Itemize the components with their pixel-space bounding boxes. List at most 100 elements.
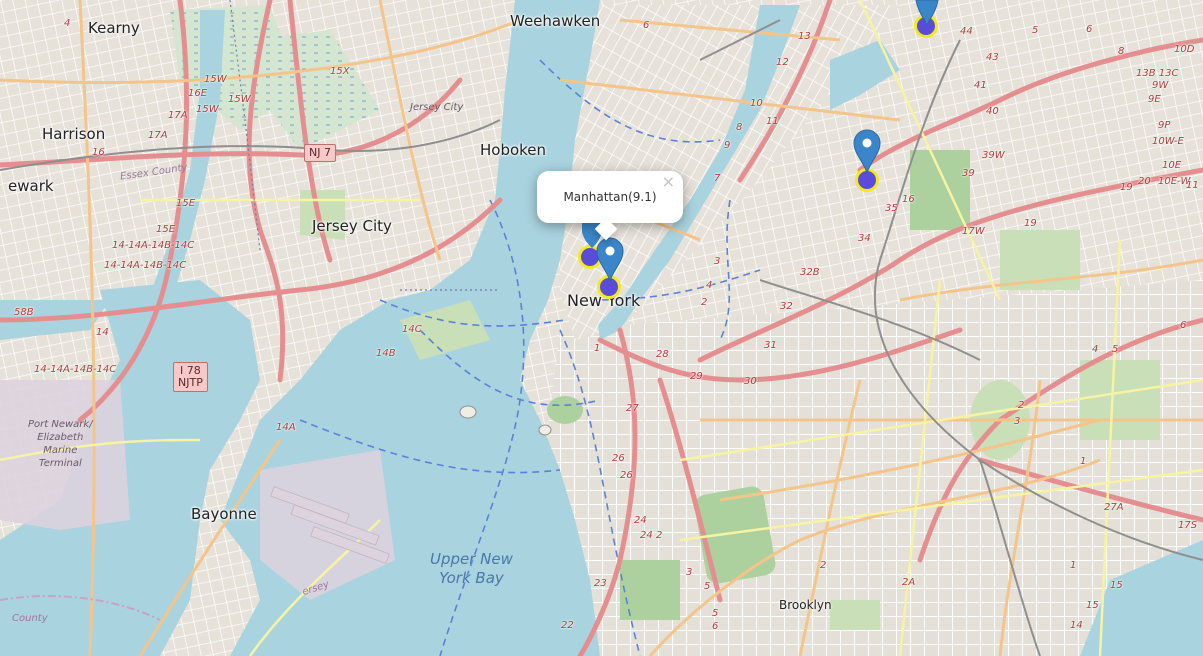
- exit-label: 6: [712, 621, 719, 632]
- exit-label: 39W: [982, 150, 1005, 161]
- place-county-fragment: County: [12, 613, 48, 624]
- exit-label: 6: [643, 20, 650, 31]
- exit-label: 2: [820, 560, 827, 571]
- exit-label: 43: [986, 52, 999, 63]
- exit-label: 28: [656, 349, 669, 360]
- exit-label: 14-14A-14B-14C: [112, 240, 195, 251]
- exit-label: 16: [902, 194, 915, 205]
- exit-label: 7: [714, 173, 721, 184]
- exit-label: 15W: [204, 74, 227, 85]
- exit-label: 58B: [14, 307, 34, 318]
- exit-label: 5: [704, 581, 711, 592]
- exit-label: 17W: [962, 226, 985, 237]
- exit-label: 24: [634, 515, 647, 526]
- popup-text: Manhattan(9.1): [563, 190, 657, 204]
- exit-label: 2: [656, 530, 663, 541]
- exit-label: 20: [1138, 176, 1151, 187]
- exit-label: 4: [64, 18, 71, 29]
- exit-label: 29: [690, 371, 703, 382]
- exit-label: 1: [594, 343, 601, 354]
- exit-label: 17A: [168, 110, 188, 121]
- exit-label: 2A: [902, 577, 916, 588]
- exit-label: 16E: [188, 88, 208, 99]
- exit-label: 31: [764, 340, 777, 351]
- place-brooklyn: Brooklyn: [779, 598, 832, 612]
- map-pin-icon[interactable]: [852, 128, 882, 174]
- place-hoboken: Hoboken: [480, 141, 547, 159]
- place-weehawken: Weehawken: [510, 12, 601, 30]
- map-pin-icon[interactable]: [912, 0, 942, 26]
- exit-label: 3: [714, 256, 721, 267]
- exit-label: 1: [1070, 560, 1077, 571]
- exit-label: 16: [92, 147, 105, 158]
- map-canvas[interactable]: Kearny Weehawken Harrison Hoboken ewark …: [0, 0, 1203, 656]
- exit-label: 13: [798, 31, 811, 42]
- exit-label: 9E: [1148, 94, 1161, 105]
- exit-label: 10W-E: [1152, 136, 1184, 147]
- exit-label: 22: [561, 620, 574, 631]
- exit-label: 3: [1014, 416, 1021, 427]
- exit-label: 19: [1024, 218, 1037, 229]
- exit-label: 14-14A-14B-14C: [104, 260, 187, 271]
- exit-label: 3: [686, 567, 693, 578]
- place-bayonne: Bayonne: [191, 505, 257, 523]
- exit-label: 27: [626, 403, 639, 414]
- exit-label: 5: [712, 608, 719, 619]
- exit-label: 13B 13C: [1136, 68, 1179, 79]
- exit-label: 14: [1070, 620, 1083, 631]
- shield-nj7: NJ 7: [304, 144, 336, 162]
- exit-label: 9: [724, 140, 731, 151]
- exit-label: 10E: [1162, 160, 1182, 171]
- exit-label: 19: [1120, 182, 1133, 193]
- shield-i78-njtp: I 78 NJTP: [173, 362, 208, 392]
- exit-label: 2: [701, 297, 708, 308]
- exit-label: 15: [1086, 600, 1099, 611]
- exit-label: 40: [986, 106, 999, 117]
- exit-label: 17S: [1178, 520, 1198, 531]
- exit-label: 1: [1080, 456, 1087, 467]
- exit-label: 2: [1018, 400, 1025, 411]
- exit-label: 14A: [276, 422, 296, 433]
- exit-label: 6: [1180, 320, 1187, 331]
- place-kearny: Kearny: [88, 19, 140, 37]
- exit-label: 5: [1032, 25, 1039, 36]
- place-harrison: Harrison: [42, 125, 106, 143]
- exit-label: 14B: [376, 348, 396, 359]
- map-tiles: [0, 0, 1203, 656]
- exit-label: 15E: [176, 198, 196, 209]
- exit-label: 14: [96, 327, 109, 338]
- exit-label: 15X: [330, 66, 350, 77]
- place-port-newark: Port Newark/ Elizabeth Marine Terminal: [28, 419, 93, 469]
- exit-label: 12: [776, 57, 789, 68]
- exit-label: 35: [885, 203, 898, 214]
- exit-label: 39: [962, 168, 975, 179]
- exit-label: 14C: [402, 324, 422, 335]
- exit-label: 23: [594, 578, 607, 589]
- exit-label: 32: [780, 301, 793, 312]
- exit-label: 10: [750, 98, 763, 109]
- exit-label: 4: [706, 280, 713, 291]
- close-icon[interactable]: ×: [662, 174, 675, 190]
- exit-label: 44: [960, 26, 973, 37]
- exit-label: 6: [1086, 24, 1093, 35]
- exit-label: 41: [974, 80, 987, 91]
- exit-label: 24: [640, 530, 653, 541]
- exit-label: 8: [736, 122, 743, 133]
- exit-label: 34: [858, 233, 871, 244]
- exit-label: 26: [620, 470, 633, 481]
- water-upper-new-york-bay: Upper New York Bay: [430, 550, 513, 587]
- exit-label: 17A: [148, 130, 168, 141]
- exit-label: 15W: [228, 94, 251, 105]
- exit-label: 5: [1112, 344, 1119, 355]
- marker-popup: Manhattan(9.1) ×: [537, 171, 683, 241]
- exit-label: 15E: [156, 224, 176, 235]
- exit-label: 4: [1092, 344, 1099, 355]
- exit-label: 9P: [1158, 120, 1171, 131]
- exit-label: 14-14A-14B-14C: [34, 364, 117, 375]
- exit-label: 30: [744, 376, 757, 387]
- exit-label: 9W: [1152, 80, 1169, 91]
- place-jersey-city-small: Jersey City: [410, 102, 464, 113]
- exit-label: 10D: [1174, 44, 1195, 55]
- exit-label: 27A: [1104, 502, 1124, 513]
- place-newark: ewark: [8, 177, 54, 195]
